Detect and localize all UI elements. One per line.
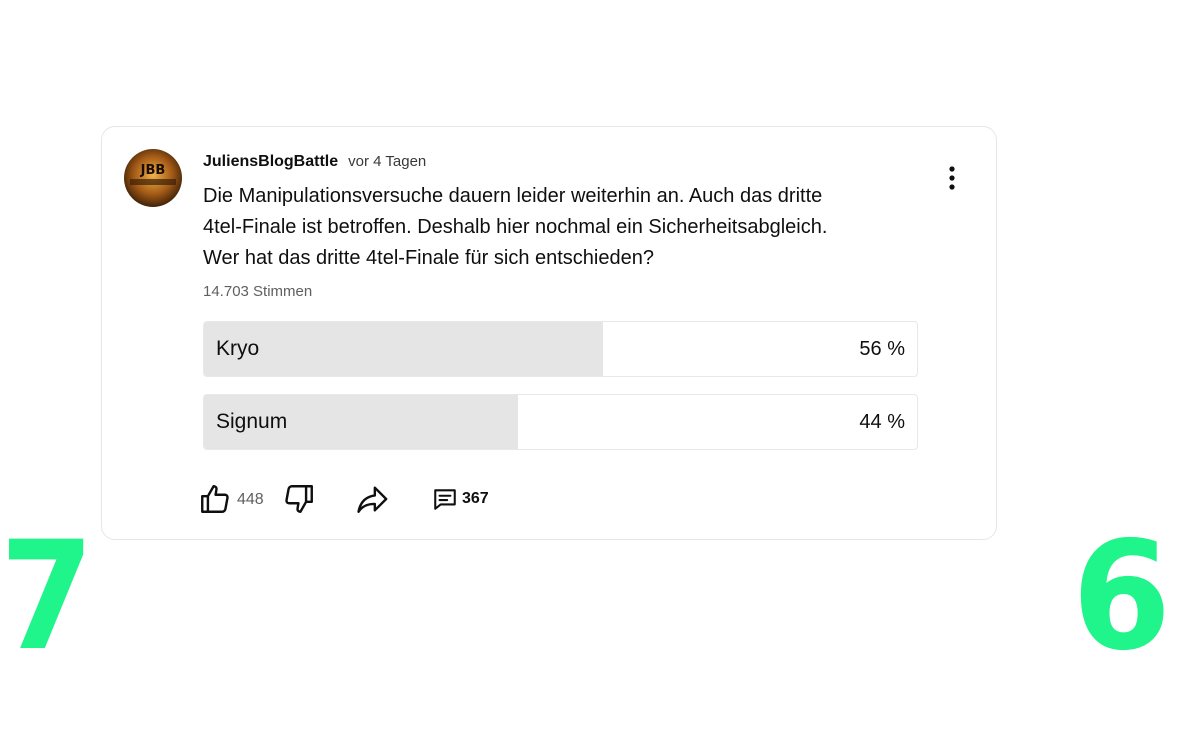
vote-count: 14.703 Stimmen	[203, 283, 313, 300]
like-count: 448	[237, 491, 264, 508]
poll-option-signum[interactable]: Signum 44 %	[203, 394, 918, 450]
poll-option-kryo[interactable]: Kryo 56 %	[203, 321, 918, 377]
more-vertical-icon[interactable]	[944, 163, 960, 193]
poll-fill-bar	[204, 322, 604, 376]
community-post-card: JBB JuliensBlogBattle vor 4 Tagen Die Ma…	[101, 126, 997, 540]
poll-option-label: Kryo	[216, 337, 260, 360]
channel-avatar[interactable]: JBB	[124, 149, 182, 207]
thumbs-down-icon[interactable]	[282, 482, 316, 516]
avatar-logo: JBB	[124, 149, 182, 207]
overlay-number-left: 7	[0, 510, 94, 684]
poll-option-percent: 44 %	[859, 411, 905, 433]
poll-option-percent: 56 %	[859, 338, 905, 360]
share-icon[interactable]	[355, 482, 389, 516]
overlay-number-right: 6	[1072, 510, 1171, 684]
avatar-text: JBB	[140, 163, 166, 178]
post-text: Die Manipulationsversuche dauern leider …	[203, 185, 828, 269]
thumbs-up-icon[interactable]	[198, 482, 232, 516]
channel-name[interactable]: JuliensBlogBattle	[203, 153, 338, 171]
poll-option-label: Signum	[216, 410, 288, 433]
post-header: JuliensBlogBattle vor 4 Tagen	[203, 153, 426, 171]
post-timestamp[interactable]: vor 4 Tagen	[348, 153, 426, 170]
page: JBB JuliensBlogBattle vor 4 Tagen Die Ma…	[0, 0, 1200, 734]
comment-count[interactable]: 367	[462, 490, 489, 508]
comment-icon[interactable]	[432, 486, 458, 512]
